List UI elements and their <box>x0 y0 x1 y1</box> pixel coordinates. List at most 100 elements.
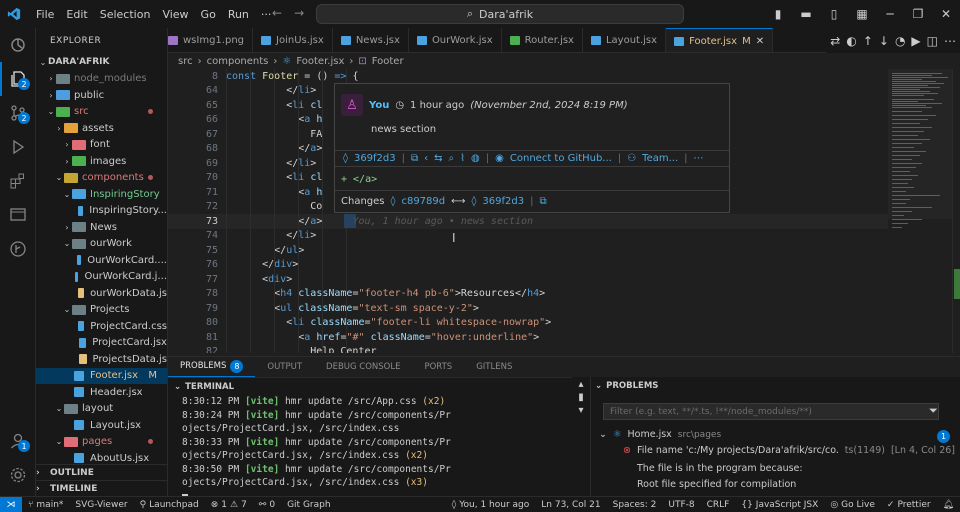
compare-icon[interactable]: ⇄ <box>830 34 840 48</box>
accounts-icon[interactable]: 1 <box>0 424 36 458</box>
problems-filter-input[interactable]: Filter (e.g. text, **/*.ts, !**/node_mod… <box>603 403 939 420</box>
tree-item[interactable]: › public <box>36 87 167 104</box>
tree-item[interactable]: › images <box>36 153 167 170</box>
menu-file[interactable]: File <box>30 8 60 21</box>
toggle-primary-sidebar-icon[interactable]: ▮ <box>764 7 792 21</box>
breadcrumb-symbol[interactable]: Footer <box>372 56 404 67</box>
tree-item[interactable]: › assets <box>36 120 167 137</box>
from-sha-link[interactable]: c89789d <box>401 196 445 207</box>
language-mode[interactable]: {} JavaScript JSX <box>735 500 824 510</box>
tree-item[interactable]: ⌄ pages <box>36 434 167 451</box>
run-debug-icon[interactable] <box>0 130 36 164</box>
code-line[interactable]: 77 <div> <box>168 272 888 287</box>
team-link[interactable]: Team... <box>642 153 678 164</box>
breadcrumb-src[interactable]: src <box>178 56 193 67</box>
explorer-icon[interactable]: 2 <box>0 62 36 96</box>
git-graph-icon[interactable]: ⌇ <box>460 153 465 164</box>
go-back-change-icon[interactable]: ↑ <box>863 34 873 48</box>
launchpad-status[interactable]: ⚲ Launchpad <box>134 500 205 510</box>
menu-edit[interactable]: Edit <box>60 8 93 21</box>
problems-status[interactable]: ⊗ 1 ⚠ 7 <box>205 500 253 510</box>
source-control-icon[interactable]: 2 <box>0 96 36 130</box>
menu-view[interactable]: View <box>156 8 194 21</box>
settings-gear-icon[interactable] <box>0 458 36 492</box>
tree-item[interactable]: ⌄ layout <box>36 401 167 418</box>
code-line[interactable]: 82 Help Center <box>168 345 888 353</box>
command-center-search[interactable]: ⌕ Dara'afrik <box>316 4 684 24</box>
tree-item[interactable]: › News <box>36 219 167 236</box>
code-line[interactable]: 76 </div> <box>168 258 888 273</box>
tree-item[interactable]: ProjectCard.jsx <box>36 335 167 352</box>
scroll-up-icon[interactable]: ▴ <box>578 379 583 390</box>
tree-item[interactable]: Footer.jsx M <box>36 367 167 384</box>
tree-item[interactable]: ⌄ src <box>36 104 167 121</box>
editor-tab[interactable]: wsImg1.png <box>168 28 254 52</box>
tree-item[interactable]: Header.jsx <box>36 384 167 401</box>
editor-tab[interactable]: Footer.jsx M ✕ <box>666 28 774 52</box>
remote-window-icon[interactable] <box>0 198 36 232</box>
filter-icon[interactable]: ⏷ <box>929 404 938 418</box>
go-live-status[interactable]: ◎ Go Live <box>824 500 881 510</box>
panel-tab[interactable]: DEBUG CONSOLE <box>314 357 412 377</box>
connect-github-link[interactable]: Connect to GitHub... <box>510 153 612 164</box>
globe-icon[interactable]: ◍ <box>471 153 480 164</box>
tree-item[interactable]: ⌄ ourWork <box>36 236 167 253</box>
gitlens-icon[interactable] <box>0 232 36 266</box>
breadcrumb-file[interactable]: Footer.jsx <box>296 56 344 67</box>
extensions-icon[interactable] <box>0 164 36 198</box>
outline-section[interactable]: › OUTLINE <box>36 464 167 480</box>
code-line[interactable]: 79 <ul className="text-sm space-y-2"> <box>168 301 888 316</box>
commit-sha-link[interactable]: 369f2d3 <box>354 153 396 164</box>
toggle-secondary-sidebar-icon[interactable]: ▯ <box>820 7 848 21</box>
tree-item[interactable]: OurWorkCard.... <box>36 252 167 269</box>
problem-error-row[interactable]: ⊗ File name 'c:/My projects/Dara'afrik/s… <box>623 445 955 456</box>
code-line[interactable]: 75 </ul> <box>168 243 888 258</box>
menu-go[interactable]: Go <box>195 8 222 21</box>
more-actions-icon[interactable]: ⋯ <box>694 153 704 164</box>
editor-tab[interactable]: Layout.jsx <box>583 28 667 52</box>
editor-scrollbar[interactable] <box>952 69 960 353</box>
toggle-blame-icon[interactable]: ◔ <box>895 34 905 48</box>
tree-item[interactable]: InspiringStory... <box>36 203 167 220</box>
open-changes-icon[interactable]: ◐ <box>846 34 856 48</box>
tree-item[interactable]: ProjectsData.js <box>36 351 167 368</box>
close-window-icon[interactable]: ✕ <box>932 7 960 21</box>
split-editor-icon[interactable]: ◫ <box>927 34 938 48</box>
prettier-status[interactable]: ✓ Prettier <box>881 500 937 510</box>
toggle-panel-icon[interactable]: ▬ <box>792 7 820 21</box>
panel-tab[interactable]: PORTS <box>412 357 464 377</box>
tree-item[interactable]: OurWorkCard.j... <box>36 269 167 286</box>
blame-status[interactable]: ◊ You, 1 hour ago <box>446 500 535 510</box>
code-line[interactable]: 73 </a> You, 1 hour ago • news section <box>168 214 888 229</box>
menu-selection[interactable]: Selection <box>94 8 157 21</box>
search-icon[interactable]: ⌕ <box>449 153 455 164</box>
minimap[interactable] <box>888 69 952 353</box>
editor-tab[interactable]: Router.jsx <box>502 28 583 52</box>
tree-item[interactable]: ⌄ components <box>36 170 167 187</box>
panel-tab[interactable]: PROBLEMS 8 <box>168 357 256 377</box>
remote-indicator-icon[interactable]: ⋊ <box>0 496 22 512</box>
scroll-down-icon[interactable]: ▾ <box>578 405 583 416</box>
branch-status[interactable]: ⑂ main* <box>22 500 69 510</box>
forward-arrow-icon[interactable]: → <box>294 6 304 20</box>
remote-explorer-top-icon[interactable] <box>0 28 36 62</box>
open-changes-icon[interactable]: ⧉ <box>411 153 418 164</box>
panel-tab[interactable]: OUTPUT <box>255 357 314 377</box>
restore-icon[interactable]: ❐ <box>904 7 932 21</box>
editor-tab[interactable]: News.jsx <box>333 28 409 52</box>
editor-tab[interactable]: JoinUs.jsx <box>253 28 333 52</box>
back-arrow-icon[interactable]: ← <box>272 6 282 20</box>
problem-file-row[interactable]: ⌄ ⚛ Home.jsx src\pages <box>599 429 721 440</box>
tree-item[interactable]: Layout.jsx <box>36 417 167 434</box>
open-changes-icon[interactable]: ⧉ <box>539 196 546 207</box>
compare-icon[interactable]: ⇆ <box>434 153 442 164</box>
menu-run[interactable]: Run <box>222 8 255 21</box>
tree-item[interactable]: ⌄ Projects <box>36 302 167 319</box>
terminal-panel[interactable]: ⌄ TERMINAL 8:30:12 PM [vite] hmr update … <box>168 377 572 496</box>
preview-icon[interactable]: ▶ <box>911 34 920 48</box>
to-sha-link[interactable]: 369f2d3 <box>482 196 524 207</box>
git-graph-status[interactable]: Git Graph <box>281 500 336 510</box>
minimize-icon[interactable]: ─ <box>876 7 904 21</box>
blame-author[interactable]: You <box>369 100 389 111</box>
encoding[interactable]: UTF-8 <box>662 500 700 510</box>
